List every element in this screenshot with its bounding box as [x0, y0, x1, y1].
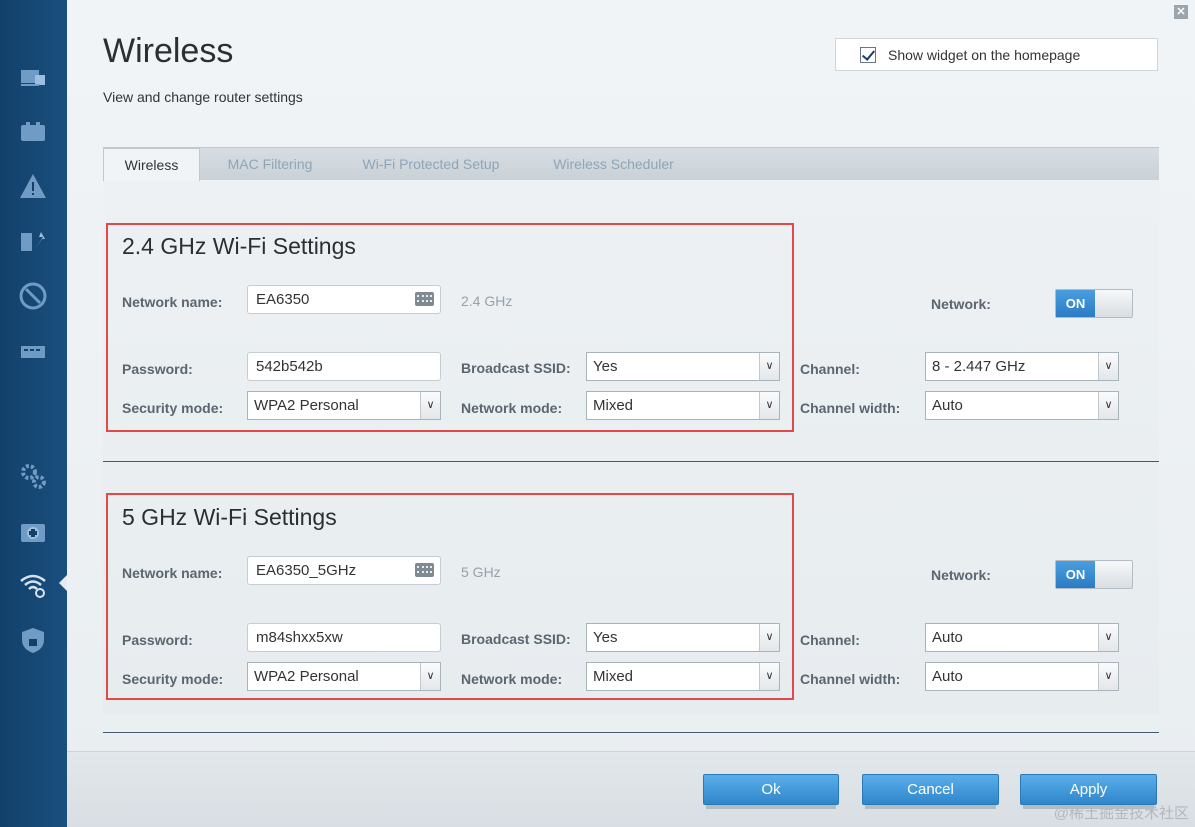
- band5-band-hint: 5 GHz: [461, 564, 501, 580]
- watermark: @稀土掘金技术社区: [1053, 805, 1189, 822]
- chevron-down-icon[interactable]: ∨: [1098, 624, 1118, 651]
- tab-wireless-scheduler[interactable]: Wireless Scheduler: [531, 148, 696, 181]
- keyboard-icon[interactable]: [415, 292, 434, 306]
- wireless-icon[interactable]: [17, 569, 49, 601]
- band24-network-toggle[interactable]: ON: [1055, 289, 1133, 318]
- band5-security-mode-label: Security mode:: [122, 671, 224, 687]
- section-divider: [103, 732, 1159, 733]
- chevron-down-icon[interactable]: ∨: [420, 392, 440, 419]
- band5-channel-select[interactable]: Auto ∨: [925, 623, 1119, 652]
- band5-channel-width-select[interactable]: Auto ∨: [925, 662, 1119, 691]
- band5-channel-value: Auto: [932, 629, 963, 646]
- band5-broadcast-ssid-value: Yes: [593, 629, 618, 646]
- band5-network-mode-select[interactable]: Mixed ∨: [586, 662, 780, 691]
- band24-security-mode-label: Security mode:: [122, 400, 224, 416]
- show-widget-label: Show widget on the homepage: [888, 46, 1081, 63]
- troubleshoot-kit-icon[interactable]: [17, 515, 49, 547]
- band24-password-value: 542b542b: [256, 358, 323, 375]
- band5-security-mode-value: WPA2 Personal: [254, 668, 359, 685]
- band24-network-name-label: Network name:: [122, 294, 223, 310]
- band5-network-toggle[interactable]: ON: [1055, 560, 1133, 589]
- band5-security-mode-select[interactable]: WPA2 Personal ∨: [247, 662, 441, 691]
- band5-broadcast-ssid-select[interactable]: Yes ∨: [586, 623, 780, 652]
- band24-channel-width-label: Channel width:: [800, 400, 901, 416]
- band24-network-name-value: EA6350: [256, 291, 310, 308]
- page-title: Wireless: [103, 32, 234, 70]
- chevron-down-icon[interactable]: ∨: [759, 624, 779, 651]
- chevron-down-icon[interactable]: ∨: [759, 392, 779, 419]
- band24-channel-value: 8 - 2.447 GHz: [932, 358, 1026, 375]
- ok-button[interactable]: Ok: [703, 774, 839, 809]
- tab-mac-filtering[interactable]: MAC Filtering: [209, 148, 331, 181]
- keyboard-icon[interactable]: [415, 563, 434, 577]
- band24-channel-width-value: Auto: [932, 397, 963, 414]
- band24-network-mode-value: Mixed: [593, 397, 634, 414]
- band5-network-label: Network:: [931, 567, 991, 583]
- band5-network-name-value: EA6350_5GHz: [256, 562, 357, 579]
- band24-broadcast-ssid-label: Broadcast SSID:: [461, 360, 571, 376]
- band5-password-value: m84shxx5xw: [256, 629, 343, 646]
- chevron-down-icon[interactable]: ∨: [1098, 353, 1118, 380]
- band24-network-mode-label: Network mode:: [461, 400, 563, 416]
- close-icon[interactable]: ✕: [1174, 5, 1188, 19]
- page-subtitle: View and change router settings: [103, 89, 303, 105]
- band5-toggle-on-label: ON: [1056, 561, 1095, 588]
- band5-broadcast-ssid-label: Broadcast SSID:: [461, 631, 571, 647]
- band24-network-name-input[interactable]: EA6350: [247, 285, 441, 314]
- band5-password-input[interactable]: m84shxx5xw: [247, 623, 441, 652]
- band24-section-title: 2.4 GHz Wi-Fi Settings: [122, 233, 356, 259]
- band24-channel-width-select[interactable]: Auto ∨: [925, 391, 1119, 420]
- cancel-button[interactable]: Cancel: [862, 774, 999, 809]
- media-prioritization-icon[interactable]: [17, 226, 49, 258]
- band5-network-name-input[interactable]: EA6350_5GHz: [247, 556, 441, 585]
- band5-network-mode-value: Mixed: [593, 668, 634, 685]
- band24-broadcast-ssid-select[interactable]: Yes ∨: [586, 352, 780, 381]
- chevron-down-icon[interactable]: ∨: [759, 663, 779, 690]
- apply-button[interactable]: Apply: [1020, 774, 1157, 809]
- band5-channel-width-value: Auto: [932, 668, 963, 685]
- external-storage-icon[interactable]: [17, 116, 49, 148]
- device-list-icon[interactable]: [17, 62, 49, 94]
- troubleshooting-icon[interactable]: [17, 170, 49, 202]
- show-widget-checkbox[interactable]: Show widget on the homepage: [835, 38, 1158, 71]
- band5-section-title: 5 GHz Wi-Fi Settings: [122, 504, 337, 530]
- tab-wireless[interactable]: Wireless: [103, 148, 200, 181]
- usb-storage-icon[interactable]: [17, 336, 49, 368]
- connectivity-icon[interactable]: [17, 460, 49, 492]
- chevron-down-icon[interactable]: ∨: [420, 663, 440, 690]
- band24-network-mode-select[interactable]: Mixed ∨: [586, 391, 780, 420]
- checkbox-checked-icon[interactable]: [860, 46, 876, 63]
- band24-broadcast-ssid-value: Yes: [593, 358, 618, 375]
- band24-toggle-on-label: ON: [1056, 290, 1095, 317]
- security-icon[interactable]: [17, 624, 49, 656]
- section-divider: [103, 461, 1159, 462]
- band24-band-hint: 2.4 GHz: [461, 293, 513, 309]
- chevron-down-icon[interactable]: ∨: [759, 353, 779, 380]
- band24-password-label: Password:: [122, 361, 193, 377]
- band24-security-mode-select[interactable]: WPA2 Personal ∨: [247, 391, 441, 420]
- band5-password-label: Password:: [122, 632, 193, 648]
- sidebar: [0, 0, 68, 827]
- band5-network-mode-label: Network mode:: [461, 671, 563, 687]
- band24-security-mode-value: WPA2 Personal: [254, 397, 359, 414]
- tab-bar: Wireless MAC Filtering Wi-Fi Protected S…: [103, 147, 1159, 181]
- tab-wifi-protected-setup[interactable]: Wi-Fi Protected Setup: [341, 148, 521, 181]
- band24-channel-label: Channel:: [800, 361, 860, 377]
- band24-password-input[interactable]: 542b542b: [247, 352, 441, 381]
- band5-channel-width-label: Channel width:: [800, 671, 901, 687]
- chevron-down-icon[interactable]: ∨: [1098, 392, 1118, 419]
- band5-channel-label: Channel:: [800, 632, 860, 648]
- parental-controls-icon[interactable]: [17, 280, 49, 312]
- band24-channel-select[interactable]: 8 - 2.447 GHz ∨: [925, 352, 1119, 381]
- band24-network-label: Network:: [931, 296, 991, 312]
- chevron-down-icon[interactable]: ∨: [1098, 663, 1118, 690]
- band5-network-name-label: Network name:: [122, 565, 223, 581]
